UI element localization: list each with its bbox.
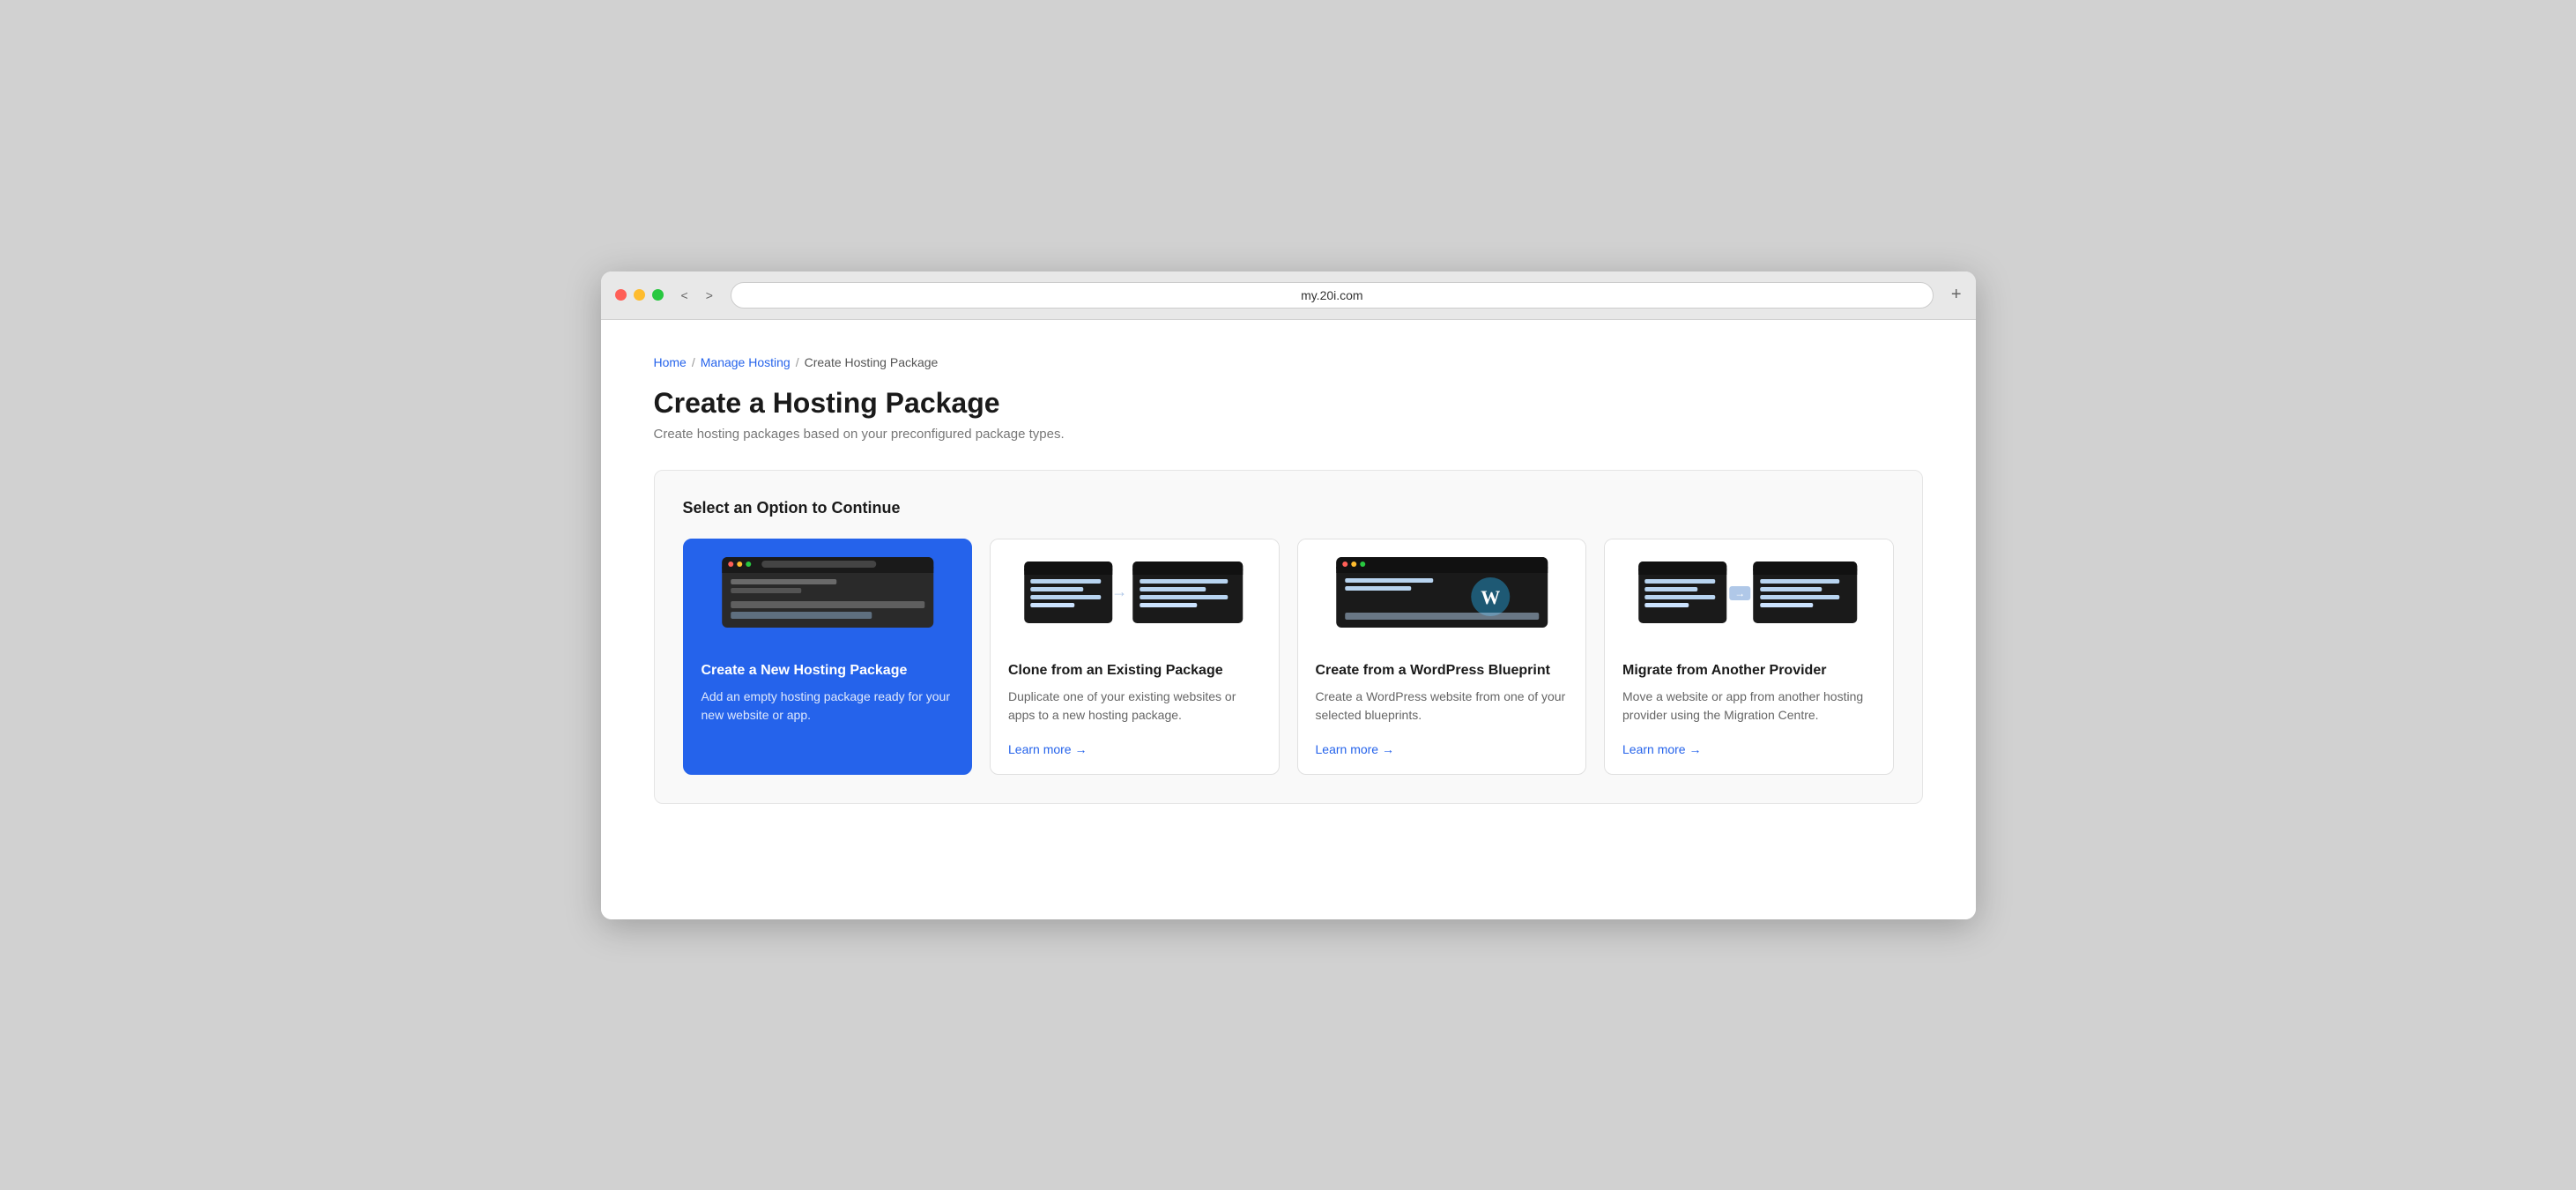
breadcrumb-sep1: / [692, 355, 695, 369]
page-subtitle: Create hosting packages based on your pr… [654, 427, 1923, 442]
card-migrate-provider-body: Migrate from Another Provider Move a web… [1605, 645, 1893, 774]
close-button[interactable] [615, 289, 627, 301]
breadcrumb-sep2: / [796, 355, 799, 369]
card-wordpress-blueprint-title: Create from a WordPress Blueprint [1316, 663, 1569, 679]
new-tab-button[interactable]: + [1951, 285, 1962, 305]
card-new-package-image [684, 539, 972, 645]
card-wordpress-blueprint[interactable]: W Create from a WordPress Blueprint Crea… [1297, 539, 1587, 775]
svg-text:→: → [1734, 587, 1745, 599]
browser-content: Home / Manage Hosting / Create Hosting P… [601, 320, 1976, 919]
card-new-package-body: Create a New Hosting Package Add an empt… [684, 645, 972, 774]
card-migrate-provider-link[interactable]: Learn more → [1622, 742, 1875, 756]
card-new-package-title: Create a New Hosting Package [702, 663, 954, 679]
breadcrumb-manage-hosting[interactable]: Manage Hosting [701, 355, 791, 369]
card-new-package[interactable]: Create a New Hosting Package Add an empt… [683, 539, 973, 775]
traffic-lights [615, 289, 664, 301]
card-clone-package-title: Clone from an Existing Package [1008, 663, 1261, 679]
options-panel: Select an Option to Continue [654, 470, 1923, 804]
card-migrate-provider[interactable]: → Migrate from Another Provider [1604, 539, 1894, 775]
minimize-button[interactable] [634, 289, 645, 301]
card-clone-package-body: Clone from an Existing Package Duplicate… [991, 645, 1279, 774]
page-title: Create a Hosting Package [654, 387, 1923, 420]
browser-titlebar: < > my.20i.com + [601, 271, 1976, 320]
card-wordpress-blueprint-desc: Create a WordPress website from one of y… [1316, 688, 1569, 725]
address-bar[interactable]: my.20i.com [731, 282, 1934, 309]
back-button[interactable]: < [674, 285, 695, 306]
card-migrate-provider-image: → [1605, 539, 1893, 645]
breadcrumb-home[interactable]: Home [654, 355, 687, 369]
card-clone-package-desc: Duplicate one of your existing websites … [1008, 688, 1261, 725]
svg-text:W: W [1481, 586, 1500, 608]
options-title: Select an Option to Continue [683, 499, 1894, 517]
nav-buttons: < > [674, 285, 720, 306]
maximize-button[interactable] [652, 289, 664, 301]
card-migrate-provider-title: Migrate from Another Provider [1622, 663, 1875, 679]
svg-text:→: → [1111, 583, 1127, 600]
card-wordpress-blueprint-body: Create from a WordPress Blueprint Create… [1298, 645, 1586, 774]
card-clone-package-link[interactable]: Learn more → [1008, 742, 1261, 756]
forward-button[interactable]: > [699, 285, 720, 306]
card-new-package-desc: Add an empty hosting package ready for y… [702, 688, 954, 756]
card-wordpress-blueprint-link[interactable]: Learn more → [1316, 742, 1569, 756]
breadcrumb: Home / Manage Hosting / Create Hosting P… [654, 355, 1923, 369]
card-wordpress-blueprint-image: W [1298, 539, 1586, 645]
cards-grid: Create a New Hosting Package Add an empt… [683, 539, 1894, 775]
card-clone-package-image: → [991, 539, 1279, 645]
card-clone-package[interactable]: → Clone from an Existing Package [990, 539, 1280, 775]
breadcrumb-current: Create Hosting Package [805, 355, 939, 369]
card-migrate-provider-desc: Move a website or app from another hosti… [1622, 688, 1875, 725]
browser-window: < > my.20i.com + Home / Manage Hosting /… [601, 271, 1976, 919]
